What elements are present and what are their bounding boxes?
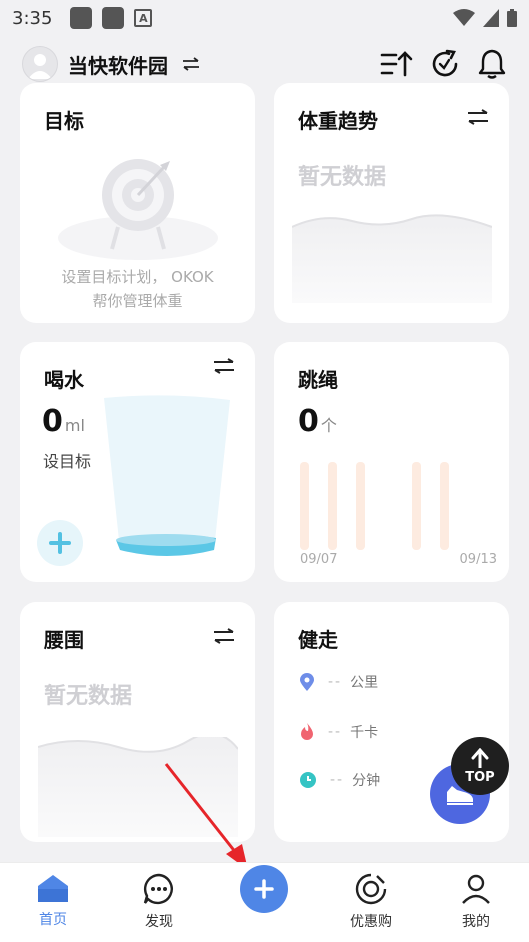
target-icon bbox=[58, 159, 218, 260]
rope-amount: 0 个 bbox=[298, 404, 337, 439]
rope-unit: 个 bbox=[320, 416, 337, 435]
user-name[interactable]: 当快软件园 bbox=[68, 50, 168, 79]
rope-bar bbox=[300, 462, 309, 550]
nav-deals[interactable]: 优惠购 bbox=[331, 873, 411, 931]
water-unit: ml bbox=[64, 416, 85, 435]
goal-card[interactable]: 目标 设置目标计划， OKOK 帮你管理体重 bbox=[20, 83, 255, 323]
user-icon bbox=[28, 54, 52, 79]
arrow-up-icon bbox=[471, 747, 489, 768]
nav-deals-label: 优惠购 bbox=[350, 914, 392, 930]
signal-icon bbox=[483, 9, 499, 27]
header: 当快软件园 bbox=[0, 40, 529, 88]
nav-home-label: 首页 bbox=[39, 912, 67, 928]
profile-icon bbox=[462, 874, 490, 904]
battery-icon bbox=[507, 9, 517, 27]
rope-bar bbox=[328, 462, 337, 550]
water-title: 喝水 bbox=[44, 368, 84, 392]
rope-bar bbox=[440, 462, 449, 550]
water-cup bbox=[104, 395, 230, 556]
fire-icon bbox=[301, 723, 313, 740]
add-record-button[interactable] bbox=[240, 865, 288, 913]
switch-icon[interactable] bbox=[213, 358, 235, 374]
goal-title: 目标 bbox=[44, 109, 84, 133]
nav-profile-label: 我的 bbox=[462, 914, 490, 930]
walk-calories: -- 千卡 bbox=[300, 722, 378, 742]
switch-user-icon[interactable] bbox=[182, 57, 200, 71]
rope-card[interactable]: 跳绳 0 个 09/07 09/13 bbox=[274, 342, 509, 582]
plus-icon bbox=[254, 879, 274, 899]
set-goal-link[interactable]: 设目标 bbox=[43, 448, 91, 472]
scroll-top-button[interactable]: TOP bbox=[451, 737, 509, 795]
rope-bar bbox=[412, 462, 421, 550]
water-value: 0 bbox=[42, 404, 63, 439]
annotation-arrow bbox=[164, 763, 248, 870]
rope-date-start: 09/07 bbox=[300, 552, 338, 567]
weight-card[interactable]: 体重趋势 暂无数据 bbox=[274, 83, 509, 323]
rope-title: 跳绳 bbox=[298, 368, 338, 392]
notification-a-icon: A bbox=[134, 9, 153, 27]
chat-bubble-icon bbox=[143, 873, 173, 905]
rope-date-end: 09/13 bbox=[459, 552, 497, 567]
home-icon bbox=[38, 875, 68, 902]
notification-icon bbox=[70, 7, 93, 29]
bell-icon[interactable] bbox=[477, 48, 507, 80]
rope-bar bbox=[356, 462, 365, 550]
switch-icon[interactable] bbox=[467, 109, 489, 125]
nav-discover[interactable]: 发现 bbox=[119, 873, 199, 931]
location-icon bbox=[300, 673, 314, 691]
deals-icon bbox=[355, 873, 387, 905]
goal-description: 设置目标计划， OKOK 帮你管理体重 bbox=[61, 268, 214, 310]
bottom-nav: 首页 发现 优惠购 我的 bbox=[0, 862, 529, 942]
walk-duration: -- 分钟 bbox=[300, 770, 380, 790]
weight-empty: 暂无数据 bbox=[298, 165, 387, 190]
rope-value: 0 bbox=[298, 404, 319, 439]
add-water-button[interactable] bbox=[37, 520, 83, 566]
nav-profile[interactable]: 我的 bbox=[436, 873, 516, 931]
nav-discover-label: 发现 bbox=[145, 914, 173, 930]
weight-trend-placeholder bbox=[292, 214, 492, 303]
plus-icon bbox=[49, 532, 71, 554]
water-amount: 0 ml bbox=[42, 404, 85, 439]
walk-distance: -- 公里 bbox=[300, 672, 378, 692]
walk-card[interactable]: 健走 -- 公里 -- 千卡 -- 分钟 bbox=[274, 602, 509, 842]
wifi-icon bbox=[453, 9, 475, 26]
avatar[interactable] bbox=[22, 46, 58, 82]
weight-title: 体重趋势 bbox=[298, 109, 378, 133]
clock-icon bbox=[300, 772, 316, 788]
sync-icon[interactable] bbox=[429, 48, 461, 80]
notification-icon bbox=[102, 7, 125, 29]
waist-empty: 暂无数据 bbox=[44, 684, 133, 709]
status-time: 3:35 bbox=[12, 7, 53, 29]
status-bar: 3:35 A bbox=[0, 0, 529, 36]
nav-home[interactable]: 首页 bbox=[13, 873, 93, 929]
walk-title: 健走 bbox=[298, 628, 338, 652]
waist-title: 腰围 bbox=[44, 628, 84, 652]
water-card[interactable]: 喝水 0 ml 设目标 bbox=[20, 342, 255, 582]
sort-icon[interactable] bbox=[379, 49, 413, 79]
top-label: TOP bbox=[465, 769, 495, 785]
switch-icon[interactable] bbox=[213, 628, 235, 644]
